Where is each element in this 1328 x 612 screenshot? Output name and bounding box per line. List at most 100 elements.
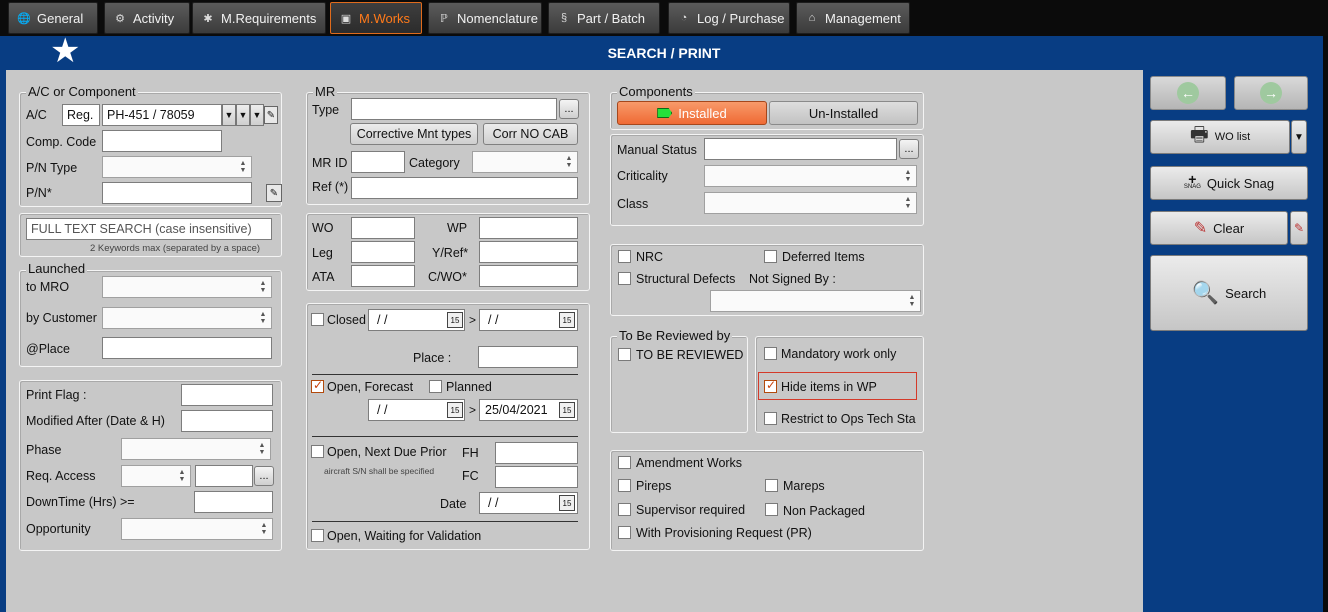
structural-defects-checkbox[interactable] [618,272,631,285]
nrc-checkbox[interactable] [618,250,631,263]
non-packaged-checkbox[interactable] [765,503,778,516]
eraser-icon[interactable]: ✎ [266,184,282,202]
closed-label: Closed [327,313,366,327]
previous-button[interactable]: ← [1150,76,1226,110]
tab-part-batch[interactable]: § Part / Batch [548,2,660,34]
to-mro-select[interactable]: ▲ ▼ [102,276,272,298]
range-arrow: > [469,313,477,327]
fc-field[interactable] [495,466,578,488]
mandatory-work-checkbox[interactable] [764,347,777,360]
req-access-field[interactable] [195,465,253,487]
wrench-icon: ✱ [203,12,213,25]
spinner-icon: ▲ ▼ [239,160,247,174]
fh-field[interactable] [495,442,578,464]
action-panel: ← → 🖶 WO list ▼ + SNAG Quick Snag ✎ Clea… [1143,70,1323,612]
tab-activity[interactable]: ⚙ Activity [104,2,190,34]
spinner-icon: ▲ ▼ [259,311,267,325]
print-flag-field[interactable] [181,384,273,406]
search-button[interactable]: 🔍 Search [1150,255,1308,331]
amendment-works-checkbox[interactable] [618,456,631,469]
pn-type-select[interactable]: ▲ ▼ [102,156,252,178]
yref-field[interactable] [479,241,578,263]
ac-filter-dropdown-2[interactable]: ▼ [236,104,250,126]
ata-field[interactable] [351,265,415,287]
installed-toggle[interactable]: Installed [617,101,767,125]
corrective-mnt-types-button[interactable]: Corrective Mnt types [350,123,478,145]
tab-management[interactable]: ⌂ Management [796,2,910,34]
opportunity-select[interactable]: ▲ ▼ [121,518,273,540]
deferred-items-checkbox[interactable] [764,250,777,263]
wp-field[interactable] [479,217,578,239]
full-text-search-input[interactable]: FULL TEXT SEARCH (case insensitive) [26,218,272,240]
org-chart-icon: ⌂ [808,12,816,24]
spinner-icon: ▲ ▼ [904,196,912,210]
not-signed-by-select[interactable]: ▲ ▼ [710,290,921,312]
place-field[interactable] [102,337,272,359]
uninstalled-toggle[interactable]: Un-Installed [769,101,918,125]
tab-log-purchase[interactable]: ◔ Log / Purchase [668,2,790,34]
cwo-field[interactable] [479,265,578,287]
ac-filter-dropdown-3[interactable]: ▼ [250,104,264,126]
wo-field[interactable] [351,217,415,239]
calendar-icon[interactable]: 15 [559,312,575,328]
tab-m-works[interactable]: ▣ M.Works [330,2,422,34]
calendar-icon[interactable]: 15 [447,312,463,328]
calendar-icon[interactable]: 15 [559,402,575,418]
mr-type-field[interactable] [351,98,557,120]
aircraft-note: aircraft S/N shall be specified [324,466,435,476]
planned-checkbox[interactable] [429,380,442,393]
ac-field[interactable]: PH-451 / 78059 [102,104,222,126]
category-select[interactable]: ▲ ▼ [472,151,578,173]
criticality-select[interactable]: ▲ ▼ [704,165,917,187]
waiting-validation-checkbox[interactable] [311,529,324,542]
req-access-browse-button[interactable]: ... [254,466,274,486]
by-customer-select[interactable]: ▲ ▼ [102,307,272,329]
calendar-icon[interactable]: 15 [447,402,463,418]
waiting-validation-label: Open, Waiting for Validation [327,529,482,543]
to-be-reviewed-label: TO BE REVIEWED (1 [636,348,744,362]
closed-checkbox[interactable] [311,313,324,326]
hide-items-wp-checkbox[interactable] [764,378,777,393]
leg-field[interactable] [351,241,415,263]
magnifier-icon: 🔍 [1191,280,1220,305]
modified-after-field[interactable] [181,410,273,432]
ata-label: ATA [312,270,335,284]
req-access-select[interactable]: ▲ ▼ [121,465,191,487]
class-select[interactable]: ▲ ▼ [704,192,917,214]
clear-options-button[interactable]: ✎ [1290,211,1308,245]
clear-button[interactable]: ✎ Clear [1150,211,1288,245]
tab-general[interactable]: 🌐 General [8,2,98,34]
tab-nomenclature[interactable]: ℙ Nomenclature [428,2,542,34]
open-next-due-checkbox[interactable] [311,445,324,458]
downtime-field[interactable] [194,491,273,513]
pireps-checkbox[interactable] [618,479,631,492]
quick-snag-button[interactable]: + SNAG Quick Snag [1150,166,1308,200]
eraser-icon[interactable]: ✎ [264,106,278,124]
mr-id-field[interactable] [351,151,405,173]
favorite-star-icon[interactable]: ★ [50,34,80,68]
full-text-hint: 2 Keywords max (separated by a space) [90,243,261,254]
to-be-reviewed-checkbox[interactable] [618,348,631,361]
provisioning-request-checkbox[interactable] [618,526,631,539]
mr-id-label: MR ID [312,156,348,170]
manual-status-field[interactable] [704,138,897,160]
calendar-icon[interactable]: 15 [559,495,575,511]
comp-code-field[interactable] [102,130,222,152]
next-button[interactable]: → [1234,76,1308,110]
wo-list-dropdown[interactable]: ▼ [1291,120,1307,154]
phase-select[interactable]: ▲ ▼ [121,438,271,460]
mr-type-browse-button[interactable]: ... [559,99,579,119]
ref-field[interactable] [351,177,578,199]
tab-m-requirements[interactable]: ✱ M.Requirements [192,2,326,34]
manual-status-browse-button[interactable]: ... [899,139,919,159]
status-place-field[interactable] [478,346,578,368]
supervisor-required-checkbox[interactable] [618,503,631,516]
pn-field[interactable] [102,182,252,204]
restrict-ops-checkbox[interactable] [764,412,777,425]
corr-no-cab-button[interactable]: Corr NO CAB [483,123,578,145]
wo-list-button[interactable]: 🖶 WO list [1150,120,1290,154]
reg-selector[interactable]: Reg. [62,104,100,126]
ac-filter-dropdown-1[interactable]: ▼ [222,104,236,126]
open-forecast-checkbox[interactable] [311,378,324,393]
mareps-checkbox[interactable] [765,479,778,492]
